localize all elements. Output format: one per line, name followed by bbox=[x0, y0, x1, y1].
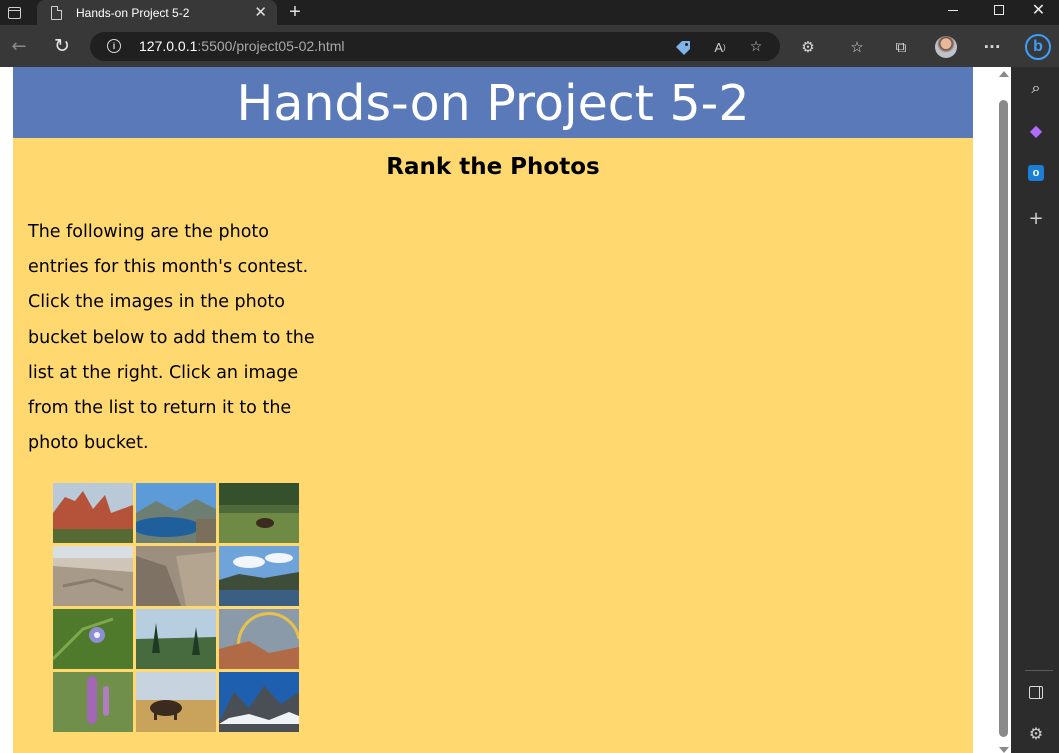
collections-icon[interactable]: ⧉ bbox=[889, 35, 913, 59]
refresh-icon: ↻ bbox=[54, 35, 70, 57]
browser-title-bar: Hands-on Project 5-2 ✕ + ✕ bbox=[0, 0, 1059, 25]
profile-avatar[interactable] bbox=[935, 36, 957, 58]
bing-copilot-button[interactable]: b bbox=[1022, 32, 1054, 62]
favorite-add-icon[interactable]: ☆ bbox=[745, 36, 767, 58]
snowy-peaks-photo[interactable] bbox=[219, 672, 299, 732]
tab-title: Hands-on Project 5-2 bbox=[76, 5, 190, 20]
shopping-tag-icon[interactable] bbox=[672, 36, 694, 58]
purple-wildflower-photo[interactable] bbox=[53, 609, 133, 669]
outlook-icon[interactable]: o bbox=[1025, 162, 1047, 184]
photo-bucket bbox=[53, 483, 303, 733]
mountain-lake-photo[interactable] bbox=[136, 483, 216, 543]
back-arrow-icon: ← bbox=[11, 35, 27, 57]
page-main: Rank the Photos The following are the ph… bbox=[13, 138, 973, 753]
intro-text: The following are the photo entries for … bbox=[28, 222, 315, 454]
add-sidebar-app-icon[interactable]: + bbox=[1025, 207, 1047, 229]
new-tab-button[interactable]: + bbox=[285, 1, 305, 23]
window-close-button[interactable]: ✕ bbox=[1018, 0, 1059, 20]
minimize-button[interactable] bbox=[930, 0, 976, 20]
extensions-icon[interactable]: ⚙ bbox=[796, 35, 820, 59]
maximize-button[interactable] bbox=[976, 0, 1022, 20]
sidebar-settings-gear-icon[interactable]: ⚙ bbox=[1025, 722, 1047, 744]
bison-on-prairie-photo[interactable] bbox=[136, 672, 216, 732]
refresh-button[interactable]: ↻ bbox=[46, 25, 78, 67]
tab-close-icon[interactable]: ✕ bbox=[254, 5, 267, 20]
sidebar-divider bbox=[1025, 670, 1053, 671]
scrollbar-thumb[interactable] bbox=[999, 100, 1008, 737]
search-icon[interactable]: ⌕ bbox=[1025, 77, 1047, 99]
browser-tab-active[interactable]: Hands-on Project 5-2 ✕ bbox=[37, 0, 277, 25]
hide-sidebar-icon[interactable] bbox=[1025, 681, 1047, 703]
cliff-overlook-photo[interactable] bbox=[136, 546, 216, 606]
address-bar[interactable]: i 127.0.0.1:5500/project05-02.html A) ☆ bbox=[90, 32, 780, 61]
tab-actions-menu-button[interactable] bbox=[0, 0, 28, 25]
browser-toolbar: ← ↻ i 127.0.0.1:5500/project05-02.html A… bbox=[0, 25, 1059, 67]
tab-actions-icon bbox=[7, 6, 21, 19]
page-viewport: Hands-on Project 5-2 Rank the Photos The… bbox=[0, 67, 1011, 753]
favorites-icon[interactable]: ☆ bbox=[845, 35, 869, 59]
read-aloud-icon[interactable]: A) bbox=[709, 36, 731, 58]
more-options-icon[interactable]: ··· bbox=[980, 35, 1004, 59]
moose-in-meadow-photo[interactable] bbox=[219, 483, 299, 543]
section-title: Rank the Photos bbox=[386, 154, 600, 180]
page-icon bbox=[51, 5, 62, 20]
forest-valley-photo[interactable] bbox=[136, 609, 216, 669]
address-url[interactable]: 127.0.0.1:5500/project05-02.html bbox=[139, 38, 344, 54]
rainbow-canyon-photo[interactable] bbox=[219, 609, 299, 669]
bing-icon: b bbox=[1025, 34, 1051, 60]
site-info-icon[interactable]: i bbox=[107, 39, 121, 53]
url-path: :5500/project05-02.html bbox=[197, 38, 345, 54]
back-button[interactable]: ← bbox=[3, 25, 35, 67]
copilot-icon[interactable]: ◆ bbox=[1025, 119, 1047, 141]
url-host: 127.0.0.1 bbox=[139, 38, 198, 54]
edge-sidebar: ⌕ ◆ o + ⚙ bbox=[1011, 67, 1059, 753]
red-rock-formations-photo[interactable] bbox=[53, 483, 133, 543]
rocky-canyon-photo[interactable] bbox=[53, 546, 133, 606]
alpine-lake-photo[interactable] bbox=[219, 546, 299, 606]
lupine-flowers-photo[interactable] bbox=[53, 672, 133, 732]
page-banner: Hands-on Project 5-2 bbox=[13, 67, 973, 138]
scroll-down-arrow-icon[interactable] bbox=[999, 747, 1009, 753]
page-scrollbar[interactable] bbox=[997, 67, 1011, 753]
scroll-up-arrow-icon[interactable] bbox=[999, 71, 1009, 77]
